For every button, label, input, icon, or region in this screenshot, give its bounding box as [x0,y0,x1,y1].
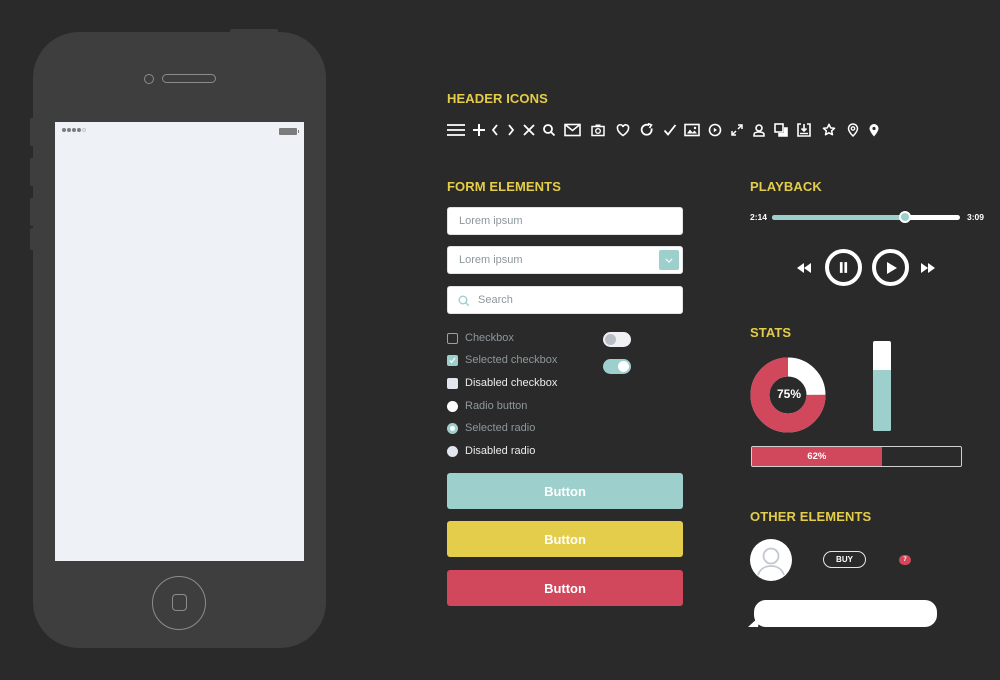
avatar[interactable] [750,539,792,581]
chevron-left-icon[interactable] [490,123,500,137]
radio-circle-disabled [447,445,458,457]
donut-label: 75% [776,387,802,401]
camera-icon[interactable] [591,123,605,137]
checkbox-label: Checkbox [465,332,514,344]
playback-heading: PLAYBACK [750,179,822,194]
checkbox-box-checked[interactable] [447,354,458,366]
notification-badge: 7 [899,555,911,565]
search-icon [458,295,470,307]
toggle-knob [618,361,629,372]
playback-slider[interactable] [772,211,960,223]
vertical-progress-fill [873,369,891,431]
expand-icon[interactable] [730,123,744,137]
pause-button[interactable] [825,249,862,286]
search-input[interactable] [448,287,682,313]
search-icon[interactable] [542,123,556,137]
horizontal-progress-bar: 62% [751,446,962,467]
phone-camera [144,74,154,84]
play-icon [886,261,897,274]
radio-disabled: Disabled radio [447,444,535,458]
checkbox-disabled: Disabled checkbox [447,376,557,390]
radio-circle[interactable] [447,400,458,412]
checkbox-label: Disabled checkbox [465,377,558,389]
chevron-right-icon[interactable] [506,123,516,137]
teal-button[interactable]: Button [447,473,683,509]
battery-icon [279,128,299,135]
menu-icon[interactable] [447,123,465,137]
search-field[interactable] [447,286,683,314]
checkbox-box-disabled [447,377,458,389]
fast-forward-button[interactable] [919,261,937,275]
play-circle-icon[interactable] [708,123,722,137]
star-icon[interactable] [822,123,836,137]
toggle-knob [605,334,616,345]
download-icon[interactable] [797,123,811,137]
other-elements-heading: OTHER ELEMENTS [750,509,872,524]
radio-label: Disabled radio [465,445,536,457]
stats-heading: STATS [750,325,792,340]
signal-dot [82,128,86,132]
user-icon[interactable] [752,123,766,137]
heart-icon[interactable] [616,123,630,137]
chat-bubble [754,600,937,627]
rewind-button[interactable] [795,261,813,275]
play-button[interactable] [872,249,909,286]
close-icon[interactable] [522,123,536,137]
red-button[interactable]: Button [447,570,683,606]
location-outline-icon[interactable] [846,123,860,137]
radio-selected[interactable]: Selected radio [447,421,535,435]
location-pin-icon[interactable] [867,123,881,137]
signal-dot [67,128,71,132]
copy-icon[interactable] [774,123,788,137]
checkbox-box[interactable] [447,332,458,344]
header-icons-heading: HEADER ICONS [447,91,548,106]
checkbox-unchecked[interactable]: Checkbox [447,331,514,345]
signal-dot [72,128,76,132]
elapsed-time: 2:14 [750,212,768,222]
plus-icon[interactable] [472,123,486,137]
vertical-progress-bar [873,341,891,431]
toggle-on[interactable] [603,359,631,374]
phone-screen [55,122,304,561]
check-icon [449,357,456,363]
playback-slider-thumb[interactable] [899,211,912,223]
duration-time: 3:09 [967,212,985,222]
pause-icon [839,262,848,273]
playback-progress-fill [772,215,906,220]
form-elements-heading: FORM ELEMENTS [447,179,561,194]
rewind-icon [797,263,811,273]
select-dropdown[interactable] [447,246,683,274]
user-avatar-icon [757,547,785,576]
buy-button[interactable]: BUY [823,551,866,568]
checkbox-label: Selected checkbox [465,354,558,366]
checkbox-selected[interactable]: Selected checkbox [447,353,557,367]
radio-label: Radio button [465,400,528,412]
refresh-icon[interactable] [640,123,654,137]
signal-icon [62,128,86,132]
radio-label: Selected radio [465,422,536,434]
image-icon[interactable] [684,123,700,137]
radio-circle-selected[interactable] [447,422,458,434]
chevron-down-icon[interactable] [659,250,679,270]
horizontal-progress-fill: 62% [752,447,882,466]
radio-unchecked[interactable]: Radio button [447,399,527,413]
select-value[interactable] [448,247,682,273]
check-icon[interactable] [663,123,677,137]
phone-speaker [162,74,216,83]
signal-dot [62,128,66,132]
fast-forward-icon [921,263,935,273]
yellow-button[interactable]: Button [447,521,683,557]
mail-icon[interactable] [564,123,581,137]
text-input-field[interactable] [447,207,683,235]
home-button-square-icon [172,594,187,611]
horizontal-progress-label: 62% [807,451,827,462]
signal-dot [77,128,81,132]
header-icons-row [447,120,881,140]
toggle-off[interactable] [603,332,631,347]
text-input[interactable] [448,208,682,234]
